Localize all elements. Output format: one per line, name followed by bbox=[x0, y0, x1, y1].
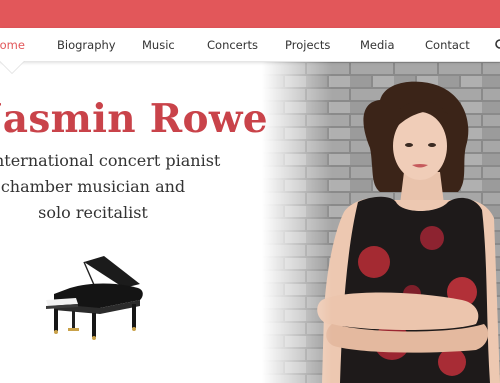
nav-item-contact[interactable]: Contact bbox=[425, 28, 470, 62]
main-navigation: Home Biography Music Concerts Projects M… bbox=[0, 28, 500, 62]
hero-title: Jasmin Rowe bbox=[0, 96, 268, 142]
photo-fade-overlay bbox=[262, 62, 332, 383]
nav-item-home[interactable]: Home bbox=[0, 28, 25, 62]
nav-item-projects[interactable]: Projects bbox=[285, 28, 330, 62]
nav-item-biography[interactable]: Biography bbox=[57, 28, 116, 62]
search-icon[interactable] bbox=[494, 38, 500, 52]
hero-section: Jasmin Rowe International concert pianis… bbox=[0, 62, 500, 383]
hero-subtitle-line-1: International concert pianist bbox=[0, 151, 221, 170]
grand-piano-icon bbox=[46, 256, 143, 340]
portrait-photo bbox=[262, 62, 500, 383]
top-accent-bar bbox=[0, 0, 500, 28]
hero-subtitle-line-2: chamber musician and bbox=[0, 177, 186, 196]
nav-item-concerts[interactable]: Concerts bbox=[207, 28, 258, 62]
nav-item-media[interactable]: Media bbox=[360, 28, 395, 62]
nav-item-music[interactable]: Music bbox=[142, 28, 175, 62]
active-nav-pointer bbox=[0, 61, 24, 73]
hero-subtitle-line-3: solo recitalist bbox=[38, 203, 148, 222]
